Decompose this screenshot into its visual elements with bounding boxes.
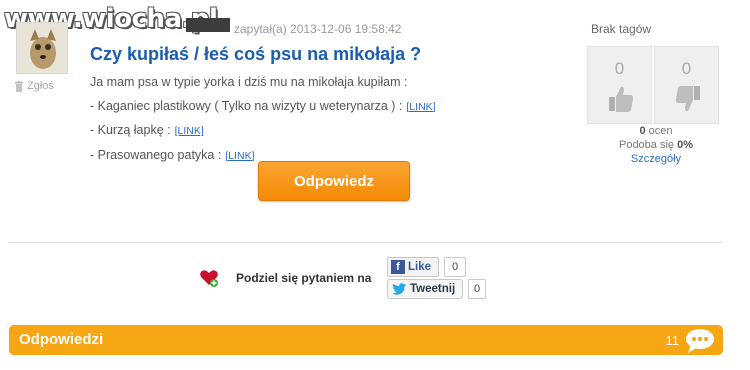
link[interactable]: [LINK] — [406, 101, 435, 113]
answer-button[interactable]: Odpowiedz — [258, 161, 410, 201]
report-link[interactable]: Zgłoś — [14, 80, 54, 92]
tweet-label: Tweetnij — [410, 283, 456, 295]
censored-username — [186, 18, 230, 32]
question-line: - Kaganiec plastikowy ( Tylko na wizyty … — [90, 98, 436, 113]
answers-header: Odpowiedzi 11 — [9, 325, 723, 355]
ratings-summary: 0 ocen Podoba się 0% Szczegóły — [586, 124, 726, 166]
facebook-icon: f — [391, 260, 405, 274]
twitter-bird-icon — [392, 283, 406, 295]
vote-down-count: 0 — [681, 59, 692, 78]
trash-icon — [15, 80, 23, 92]
tags-label: Brak tagów — [591, 22, 652, 36]
question-body: Ja mam psa w typie yorka i dziś mu na mi… — [90, 71, 436, 168]
vote-up-count: 0 — [614, 59, 625, 78]
question-meta: zapytał(a) 2013-12-06 19:58:42 — [234, 22, 402, 36]
like-label: Like — [408, 261, 432, 273]
liked-line: Podoba się 0% — [618, 139, 693, 151]
heart-icon — [200, 270, 218, 287]
thumbs-down-icon[interactable] — [675, 85, 701, 113]
like-count: 0 — [444, 257, 466, 277]
details-link[interactable]: Szczegóły — [586, 152, 726, 166]
question-title[interactable]: Czy kupiłaś / łeś coś psu na mikołaja ? — [90, 44, 421, 65]
vote-down-box: 0 — [654, 46, 719, 124]
vote-up-box: 0 — [587, 46, 652, 124]
link[interactable]: [LINK] — [225, 150, 254, 162]
tweet-count: 0 — [468, 279, 486, 299]
link[interactable]: [LINK] — [175, 125, 204, 137]
answers-title: Odpowiedzi — [19, 331, 104, 348]
facebook-like-button[interactable]: f Like — [387, 257, 439, 277]
thumbs-up-icon[interactable] — [608, 85, 634, 113]
question-line: - Kurzą łapkę : [LINK] — [90, 123, 204, 137]
ratings-count-line: 0 ocen — [639, 125, 673, 137]
avatar[interactable] — [16, 22, 68, 74]
tweet-button[interactable]: Tweetnij — [387, 279, 463, 299]
share-label: Podziel się pytaniem na — [236, 271, 372, 285]
chat-bubble-icon — [686, 329, 714, 353]
report-label: Zgłoś — [27, 80, 54, 92]
question-line: Ja mam psa w typie yorka i dziś mu na mi… — [90, 75, 408, 89]
answers-count: 11 — [665, 333, 680, 348]
divider — [8, 242, 722, 243]
